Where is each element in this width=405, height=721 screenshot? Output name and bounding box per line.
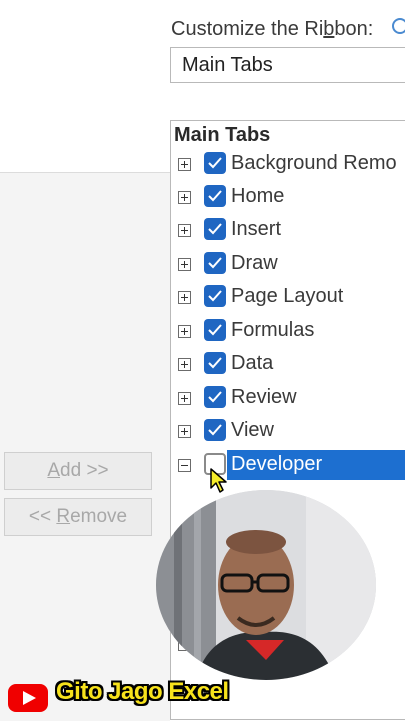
- checkbox-checked[interactable]: [204, 419, 226, 441]
- tree-item-page-layout[interactable]: Page Layout: [171, 282, 405, 314]
- tree-item-review[interactable]: Review: [171, 383, 405, 415]
- expand-plus-icon[interactable]: [178, 358, 191, 371]
- expand-plus-icon[interactable]: [178, 158, 191, 171]
- tree-item-label: Insert: [231, 218, 282, 240]
- tree-item-label: Background Remo: [231, 152, 397, 174]
- customize-ribbon-label: Customize the Ribbon:: [171, 18, 374, 40]
- mouse-cursor-icon: [210, 468, 230, 499]
- expand-plus-icon[interactable]: [178, 291, 191, 304]
- tree-item-label: View: [231, 419, 274, 441]
- checkbox-checked[interactable]: [204, 352, 226, 374]
- add-button[interactable]: Add >>: [4, 452, 152, 490]
- checkbox-checked[interactable]: [204, 285, 226, 307]
- tree-item-draw[interactable]: Draw: [171, 249, 405, 281]
- tree-item-view[interactable]: View: [171, 416, 405, 448]
- tree-item-home[interactable]: Home: [171, 182, 405, 214]
- tree-item-label: Developer: [231, 453, 323, 475]
- expand-plus-icon[interactable]: [178, 191, 191, 204]
- expand-plus-icon[interactable]: [178, 325, 191, 338]
- tree-item-label: Page Layout: [231, 285, 344, 307]
- tree-item-insert[interactable]: Insert: [171, 215, 405, 247]
- expand-plus-icon[interactable]: [178, 425, 191, 438]
- remove-button[interactable]: << Remove: [4, 498, 152, 536]
- tree-item-background-removal[interactable]: Background Remo: [171, 149, 405, 181]
- expand-plus-icon[interactable]: [178, 258, 191, 271]
- left-panel-background: [0, 172, 170, 721]
- tree-item-label: Home: [231, 185, 285, 207]
- youtube-logo-icon: [8, 684, 48, 712]
- tree-item-label: Formulas: [231, 319, 315, 341]
- tree-item-label: Draw: [231, 252, 278, 274]
- dropdown-value: Main Tabs: [182, 54, 273, 76]
- tree-item-data[interactable]: Data: [171, 349, 405, 381]
- tree-item-developer[interactable]: Developer: [171, 450, 405, 482]
- checkbox-checked[interactable]: [204, 218, 226, 240]
- checkbox-checked[interactable]: [204, 152, 226, 174]
- tree-item-formulas[interactable]: Formulas: [171, 316, 405, 348]
- tree-item-label: Data: [231, 352, 274, 374]
- channel-name: Gito Jago Excel: [56, 678, 229, 705]
- info-icon[interactable]: [392, 18, 405, 34]
- tree-item-label: Review: [231, 386, 297, 408]
- tree-header: Main Tabs: [174, 124, 271, 146]
- checkbox-checked[interactable]: [204, 319, 226, 341]
- collapse-minus-icon[interactable]: [178, 459, 191, 472]
- checkbox-checked[interactable]: [204, 386, 226, 408]
- expand-plus-icon[interactable]: [178, 392, 191, 405]
- customize-ribbon-dropdown[interactable]: Main Tabs: [170, 47, 405, 83]
- checkbox-checked[interactable]: [204, 185, 226, 207]
- expand-plus-icon[interactable]: [178, 224, 191, 237]
- webcam-overlay: [156, 490, 376, 680]
- checkbox-checked[interactable]: [204, 252, 226, 274]
